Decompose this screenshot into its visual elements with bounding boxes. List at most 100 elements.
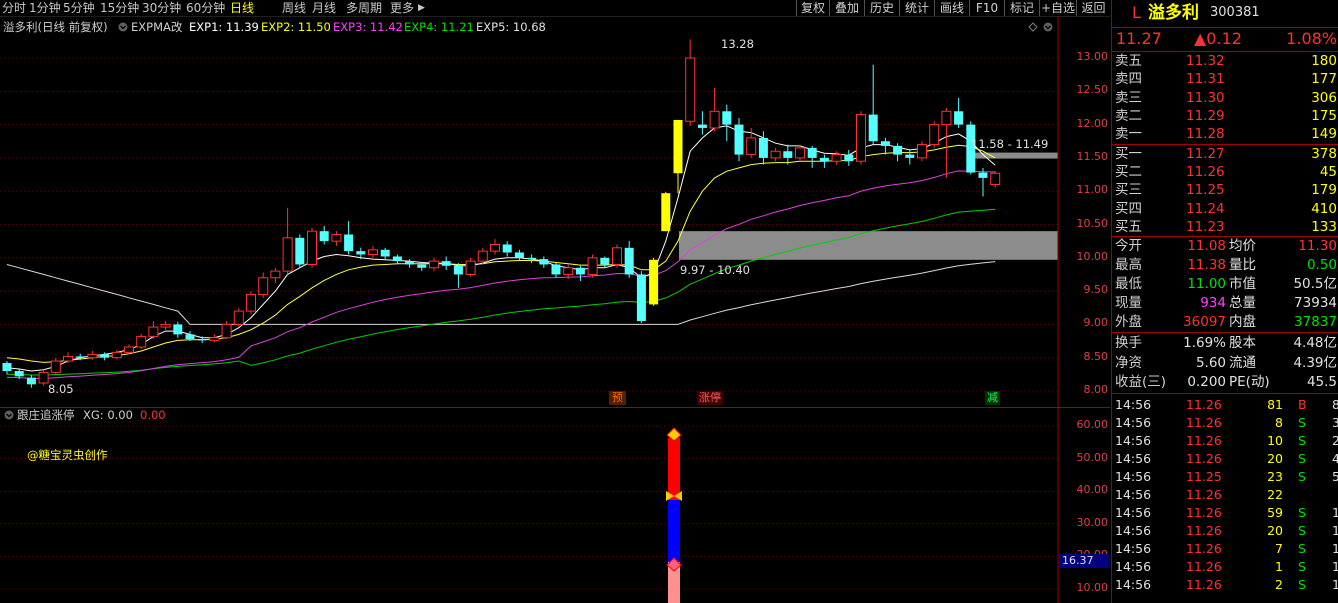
bid-label: 买五	[1115, 218, 1142, 235]
price-tick-label: 11.00	[1076, 183, 1109, 197]
candle-body	[954, 111, 964, 125]
period-tab-15min[interactable]: 15分钟	[100, 0, 139, 16]
period-tab-60min[interactable]: 60分钟	[186, 0, 225, 16]
restore-rights-button[interactable]: 复权	[796, 0, 829, 16]
candle-body	[831, 154, 842, 162]
more-arrow-icon[interactable]: ▶	[418, 0, 425, 16]
sub-axis: 60.0050.0040.0030.0020.0010.00	[1058, 408, 1110, 603]
candle-body	[124, 346, 134, 353]
bid-price: 11.23	[1186, 218, 1225, 235]
sub-chart[interactable]	[0, 408, 1110, 603]
tick-count: 1	[1332, 559, 1338, 574]
candle	[490, 239, 500, 255]
tick-row[interactable]: 14:56 11.26 1 S 1	[1112, 558, 1338, 576]
tick-row[interactable]: 14:56 11.26 22	[1112, 486, 1338, 504]
fundamental-row: 净资 5.60 流通 4.39亿	[1112, 354, 1338, 372]
tick-price: 11.26	[1186, 415, 1222, 430]
period-tab-30min[interactable]: 30分钟	[142, 0, 181, 16]
period-tab-monthly[interactable]: 月线	[312, 0, 336, 16]
price-gridlines	[0, 57, 1058, 392]
quote-price-row: 11.27 ▲0.12 1.08%	[1112, 29, 1338, 49]
stat-label: 今开	[1115, 238, 1142, 254]
bid-row[interactable]: 买三 11.25 179	[1112, 181, 1338, 199]
ask-row[interactable]: 卖五 11.32 180	[1112, 52, 1338, 70]
f10-button[interactable]: F10	[969, 0, 1004, 16]
candle-body	[2, 363, 12, 372]
price-tick-label: 10.50	[1076, 216, 1109, 230]
candle	[697, 111, 707, 135]
candle-body	[368, 249, 378, 255]
tick-count: 2	[1332, 433, 1338, 448]
candle-body	[87, 353, 98, 359]
tick-volume: 20	[1267, 451, 1283, 466]
tick-row[interactable]: 14:56 11.26 59 S 1	[1112, 504, 1338, 522]
ask-price: 11.28	[1186, 126, 1225, 143]
tick-row[interactable]: 14:56 11.26 10 S 2	[1112, 432, 1338, 450]
ask-row[interactable]: 卖三 11.30 306	[1112, 89, 1338, 107]
sub-tick-label: 10.00	[1076, 581, 1109, 594]
tick-count: 8	[1332, 397, 1338, 412]
mark-button[interactable]: 标记	[1004, 0, 1039, 16]
bid-row[interactable]: 买四 11.24 410	[1112, 200, 1338, 218]
tick-row[interactable]: 14:56 11.26 20 S 1	[1112, 522, 1338, 540]
candle	[685, 39, 696, 126]
candle-body	[441, 261, 451, 266]
history-button[interactable]: 历史	[864, 0, 899, 16]
ask-row[interactable]: 卖四 11.31 177	[1112, 70, 1338, 88]
period-tab-weekly[interactable]: 周线	[282, 0, 306, 16]
bid-volume: 45	[1319, 164, 1337, 181]
back-button[interactable]: 返回	[1076, 0, 1110, 16]
candle-body	[26, 377, 36, 385]
ask-volume: 149	[1311, 126, 1337, 143]
candle-body	[758, 137, 768, 158]
bid-label: 买二	[1115, 164, 1142, 181]
candle-body	[111, 351, 122, 359]
ask-label: 卖四	[1115, 71, 1142, 88]
candle-body	[136, 335, 147, 348]
bid-row[interactable]: 买五 11.23 133	[1112, 218, 1338, 236]
tick-row[interactable]: 14:56 11.26 7 S 1	[1112, 540, 1338, 558]
ask-row[interactable]: 卖二 11.29 175	[1112, 107, 1338, 125]
fundamental-label: 股本	[1229, 335, 1256, 351]
candle	[2, 361, 12, 375]
tick-row[interactable]: 14:56 11.25 23 S 5	[1112, 468, 1338, 486]
candle-body	[356, 251, 366, 255]
period-tab-more[interactable]: 更多	[390, 0, 414, 16]
candle-body	[319, 231, 329, 242]
tick-row[interactable]: 14:56 11.26 20 S 4	[1112, 450, 1338, 468]
tick-volume: 10	[1267, 433, 1283, 448]
tick-row[interactable]: 14:56 11.26 81 B 8	[1112, 396, 1338, 414]
tick-row[interactable]: 14:56 11.26 8 S 3	[1112, 414, 1338, 432]
period-tab-5min[interactable]: 5分钟	[63, 0, 95, 16]
ask-price: 11.31	[1186, 71, 1225, 88]
add-watchlist-button[interactable]: +自选	[1039, 0, 1076, 16]
tick-time: 14:56	[1115, 469, 1152, 484]
statistics-button[interactable]: 统计	[899, 0, 934, 16]
candle-body	[75, 356, 85, 358]
candle-body	[587, 257, 598, 275]
tick-volume: 81	[1267, 397, 1283, 412]
period-tab-multi[interactable]: 多周期	[346, 0, 382, 16]
bid-price: 11.26	[1186, 164, 1225, 181]
candle	[783, 144, 793, 165]
bid-row[interactable]: 买二 11.26 45	[1112, 163, 1338, 181]
tick-time: 14:56	[1115, 397, 1152, 412]
candle	[465, 257, 476, 277]
period-tab-1min[interactable]: 1分钟	[29, 0, 61, 16]
draw-line-button[interactable]: 画线	[934, 0, 969, 16]
ask-row[interactable]: 卖一 11.28 149	[1112, 125, 1338, 143]
candlestick-chart[interactable]	[0, 17, 1110, 407]
period-tab-daily[interactable]: 日线	[230, 0, 254, 16]
candle-body	[344, 234, 354, 252]
overlay-button[interactable]: 叠加	[829, 0, 864, 16]
tick-time: 14:56	[1115, 523, 1152, 538]
stat-value: 37837	[1294, 314, 1337, 330]
candle	[221, 321, 232, 340]
tick-row[interactable]: 14:56 11.26 2 S 1	[1112, 576, 1338, 594]
candle-body	[100, 354, 110, 358]
candle	[807, 145, 817, 168]
stat-value: 11.08	[1187, 238, 1226, 254]
period-tab-timeshare[interactable]: 分时	[2, 0, 26, 16]
bid-row[interactable]: 买一 11.27 378	[1112, 145, 1338, 163]
candle-body	[539, 259, 549, 265]
